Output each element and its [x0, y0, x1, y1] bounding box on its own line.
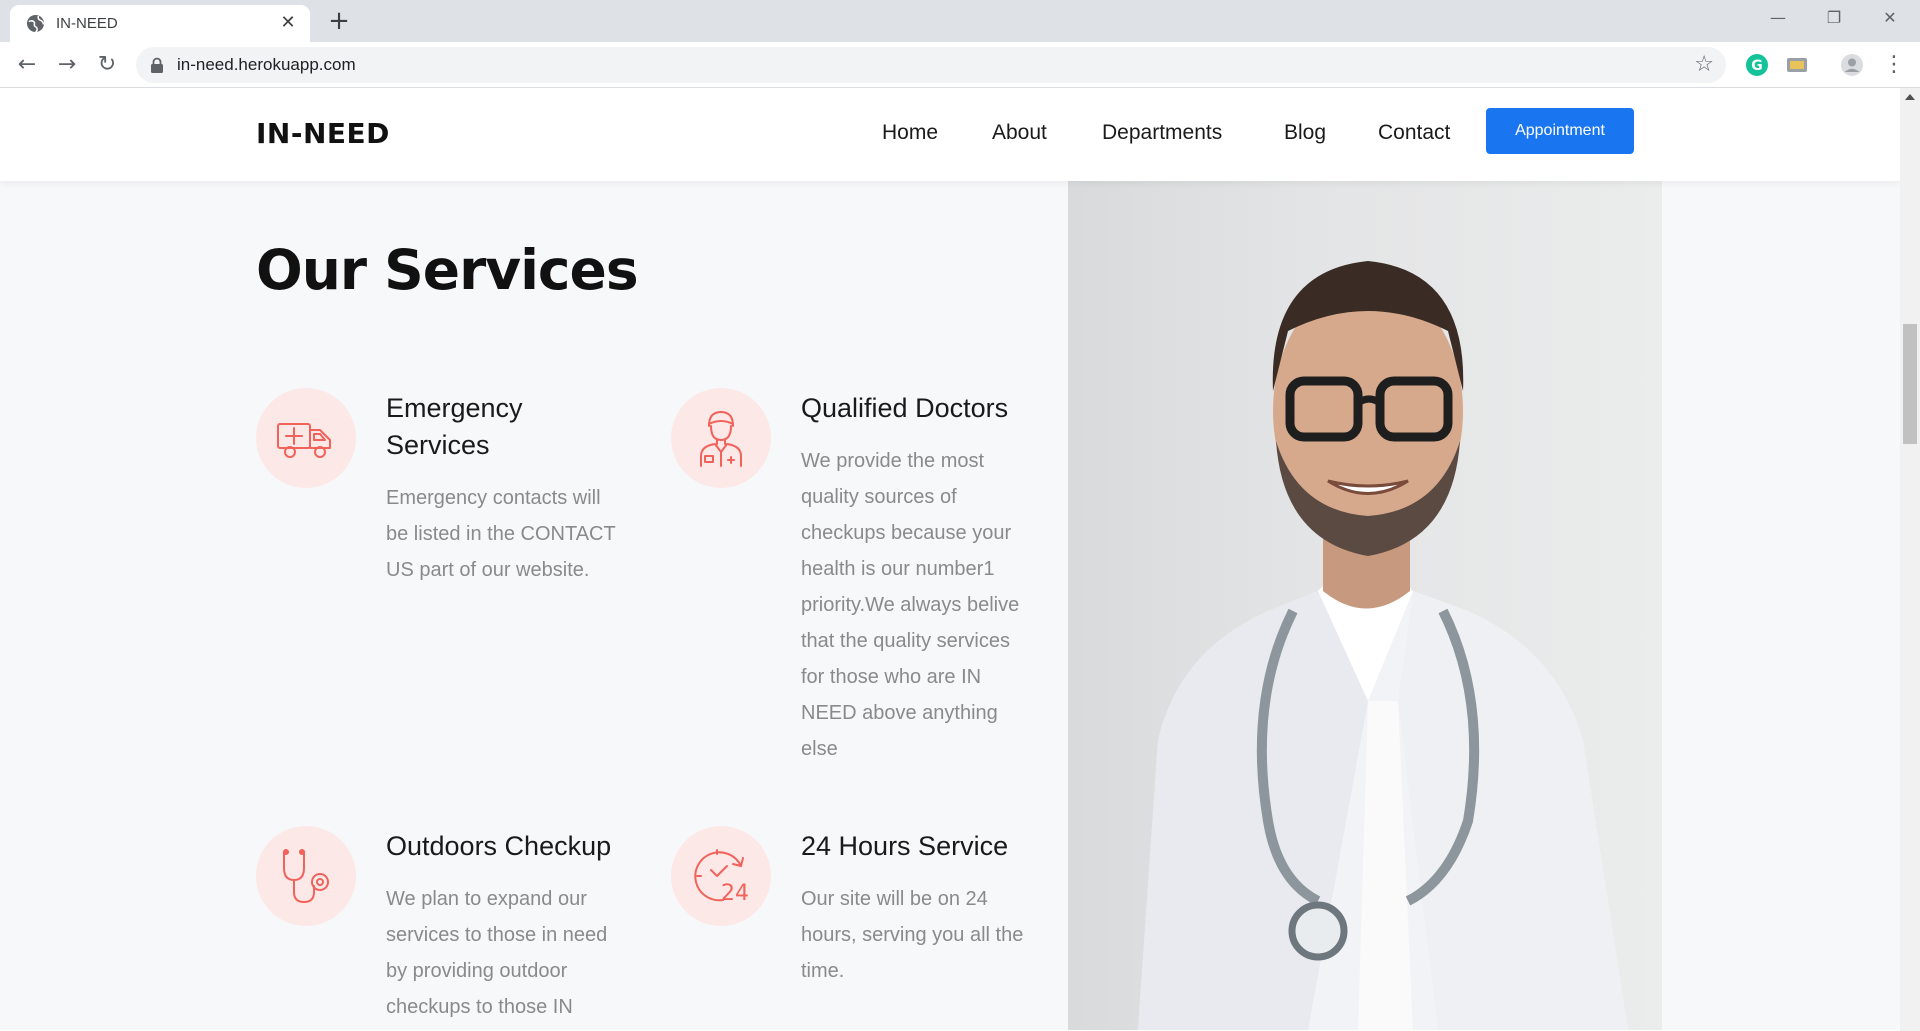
grammarly-icon[interactable]: G	[1745, 53, 1769, 77]
service-description: Our site will be on 24 hours, serving yo…	[801, 888, 1024, 982]
svg-text:G: G	[1751, 58, 1763, 74]
browser-tab[interactable]: IN-NEED ✕	[10, 5, 310, 42]
url-text: in-need.herokuapp.com	[177, 55, 356, 74]
clock-24-icon: 24	[671, 826, 771, 926]
nav-about[interactable]: About	[992, 121, 1047, 145]
new-tab-icon[interactable]: +	[326, 8, 352, 34]
doctor-icon	[671, 388, 771, 488]
site-header: IN-NEED Home About Departments Blog Cont…	[0, 88, 1900, 181]
image-extension-icon[interactable]	[1785, 53, 1809, 77]
restore-icon[interactable]: ❐	[1814, 4, 1854, 32]
tab-close-icon[interactable]: ✕	[278, 13, 298, 33]
tab-title: IN-NEED	[56, 15, 118, 32]
browser-toolbar: ← → ↻ in-need.herokuapp.com ☆ G ⋮	[0, 42, 1920, 88]
scroll-up-icon[interactable]	[1905, 94, 1915, 100]
nav-contact[interactable]: Contact	[1378, 121, 1450, 145]
back-icon[interactable]: ←	[13, 51, 41, 79]
scrollbar-thumb[interactable]	[1903, 324, 1917, 444]
browser-menu-icon[interactable]: ⋮	[1880, 51, 1908, 79]
svg-text:24: 24	[721, 881, 749, 906]
page-scrollbar[interactable]	[1900, 88, 1920, 1031]
reload-icon[interactable]: ↻	[93, 51, 121, 79]
minimize-icon[interactable]: —	[1758, 4, 1798, 32]
service-description: We provide the most quality sources of c…	[801, 450, 1020, 760]
profile-avatar-icon[interactable]	[1840, 53, 1864, 77]
bookmark-star-icon[interactable]: ☆	[1694, 53, 1714, 77]
services-heading: Our Services	[256, 238, 639, 302]
service-title: 24 Hours Service	[801, 831, 1009, 861]
nav-home[interactable]: Home	[882, 121, 938, 145]
lock-icon	[151, 57, 163, 73]
nav-blog[interactable]: Blog	[1284, 121, 1326, 145]
stethoscope-icon	[256, 826, 356, 926]
forward-icon[interactable]: →	[53, 51, 81, 79]
ambulance-icon	[256, 388, 356, 488]
appointment-button[interactable]: Appointment	[1486, 108, 1634, 154]
service-title: Qualified Doctors	[801, 393, 1009, 423]
address-bar[interactable]: in-need.herokuapp.com ☆	[136, 47, 1726, 83]
site-logo[interactable]: IN-NEED	[256, 117, 390, 150]
close-window-icon[interactable]: ✕	[1870, 4, 1910, 32]
service-description: We plan to expand our services to those …	[386, 888, 608, 1018]
doctor-photo	[1068, 181, 1662, 1030]
web-page: IN-NEED Home About Departments Blog Cont…	[0, 88, 1900, 1030]
service-title: Emergency Services	[386, 393, 523, 460]
service-description: Emergency contacts will be listed in the…	[386, 487, 616, 581]
service-title: Outdoors Checkup	[386, 831, 612, 861]
browser-tab-strip: IN-NEED ✕ + — ❐ ✕	[0, 0, 1920, 42]
globe-icon	[26, 14, 45, 33]
nav-departments[interactable]: Departments	[1102, 121, 1222, 145]
